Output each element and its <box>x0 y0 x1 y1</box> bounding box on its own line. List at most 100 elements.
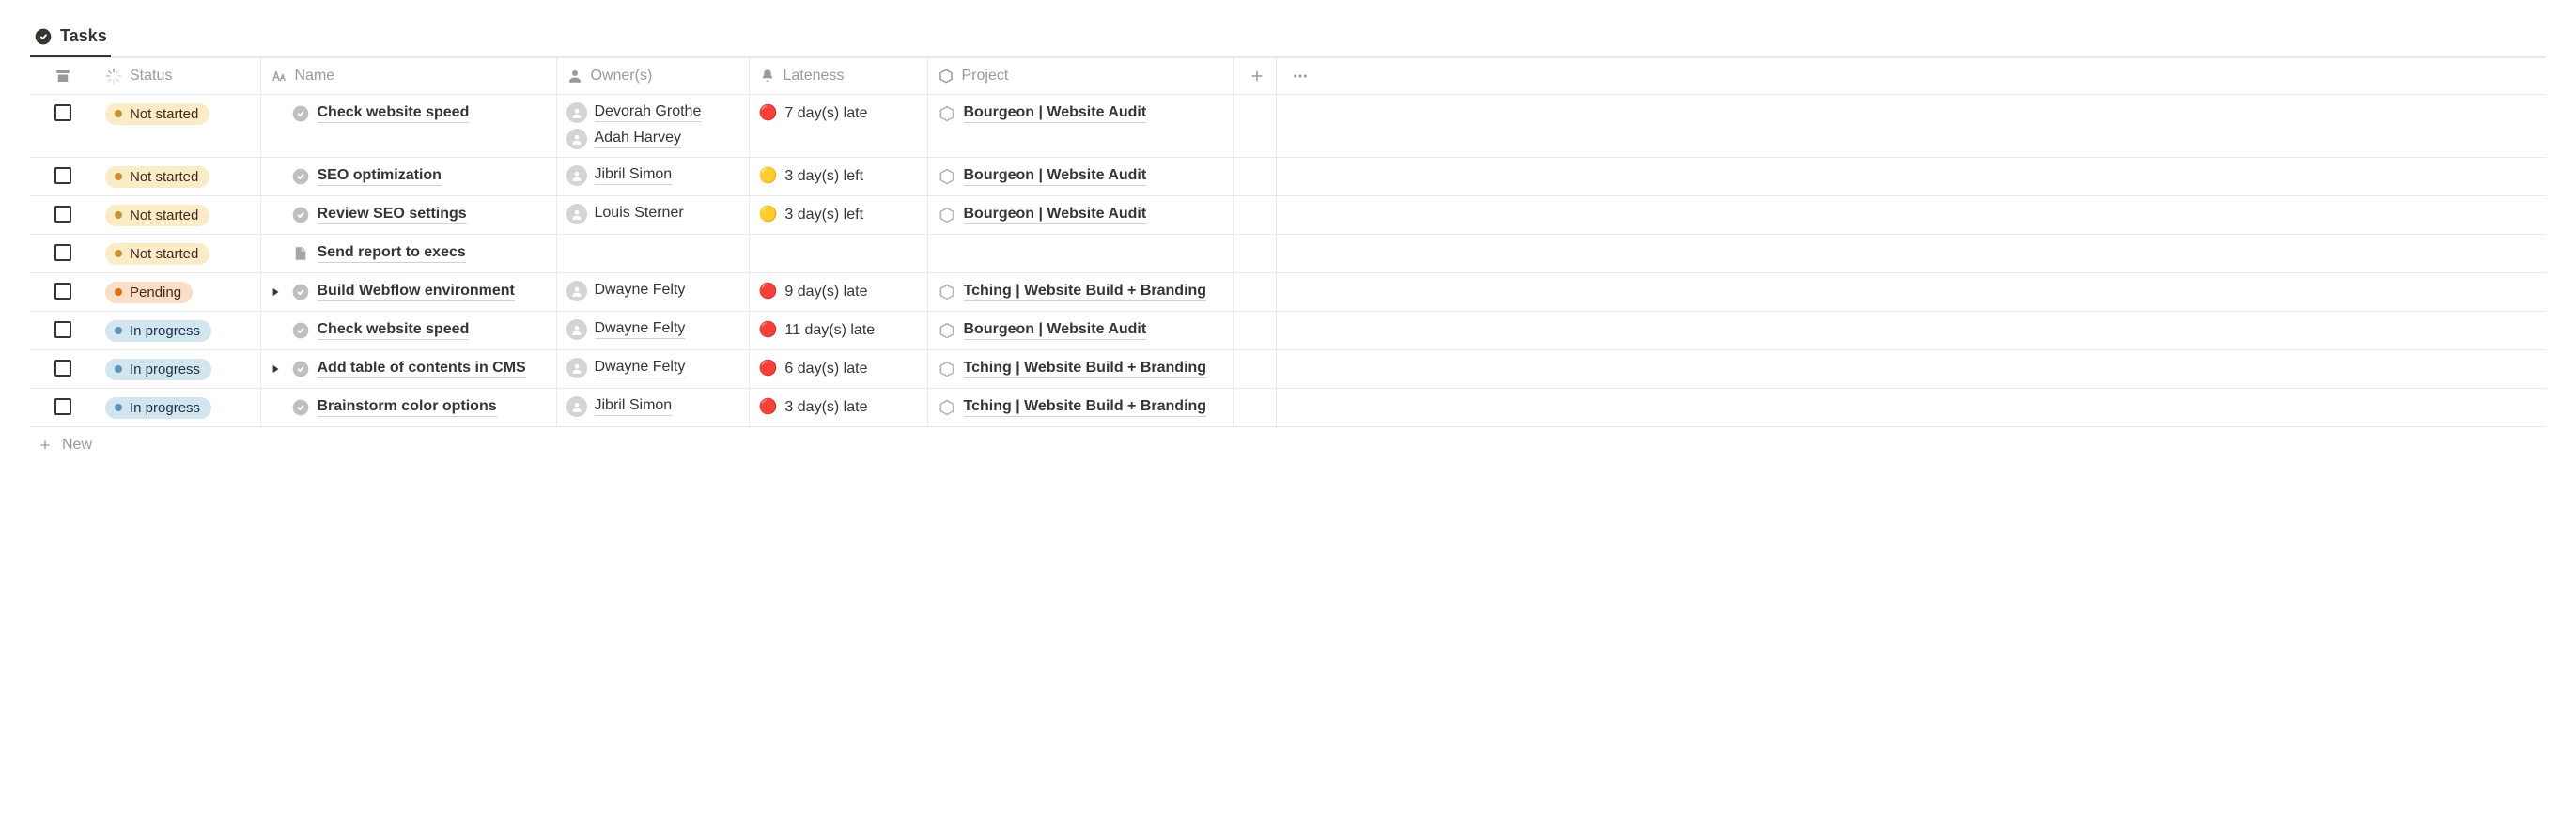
project-link[interactable]: Tching | Website Build + Branding <box>964 360 1207 378</box>
status-pill[interactable]: In progress <box>105 359 211 380</box>
lateness-indicator-icon: 🔴 <box>759 106 778 121</box>
status-loader-icon <box>105 68 122 85</box>
column-header-add[interactable] <box>1233 58 1276 95</box>
lateness-text: 11 day(s) late <box>784 322 875 339</box>
project-link[interactable]: Tching | Website Build + Branding <box>964 398 1207 417</box>
task-name[interactable]: Check website speed <box>318 104 470 123</box>
todo-checkmark-icon <box>291 206 310 224</box>
lateness-indicator-icon: 🟡 <box>759 208 778 223</box>
status-pill[interactable]: Not started <box>105 205 209 226</box>
lateness-indicator-icon: 🔴 <box>759 400 778 415</box>
task-name[interactable]: Build Webflow environment <box>318 283 515 301</box>
status-pill[interactable]: Not started <box>105 103 209 125</box>
plus-icon <box>38 438 53 453</box>
table-row[interactable]: Not started Send report to execs <box>30 235 2546 273</box>
avatar-icon <box>566 396 587 417</box>
tab-label: Tasks <box>60 26 107 46</box>
archive-icon <box>54 68 71 85</box>
table-row[interactable]: In progress Add table of contents in CMS D… <box>30 350 2546 389</box>
project-link[interactable]: Tching | Website Build + Branding <box>964 283 1207 301</box>
project-box-icon <box>938 321 956 340</box>
status-pill[interactable]: Not started <box>105 243 209 265</box>
owner-chip[interactable]: Dwayne Felty <box>566 319 686 340</box>
owner-name: Dwayne Felty <box>595 320 686 339</box>
view-tab-bar: Tasks <box>30 19 2546 57</box>
project-link[interactable]: Bourgeon | Website Audit <box>964 206 1147 224</box>
task-name[interactable]: SEO optimization <box>318 167 442 186</box>
owner-name: Jibril Simon <box>595 397 673 416</box>
owner-chip[interactable]: Devorah Grothe <box>566 102 702 123</box>
project-link[interactable]: Bourgeon | Website Audit <box>964 321 1147 340</box>
row-checkbox[interactable] <box>54 206 71 223</box>
column-header-more[interactable] <box>1276 58 2546 95</box>
column-header-select[interactable] <box>30 58 96 95</box>
table-row[interactable]: In progress Brainstorm color options Jibri… <box>30 389 2546 427</box>
owner-name: Adah Harvey <box>595 130 682 148</box>
column-header-lateness[interactable]: Lateness <box>749 58 927 95</box>
lateness-indicator-icon: 🔴 <box>759 362 778 377</box>
lateness-indicator-icon: 🟡 <box>759 169 778 184</box>
row-checkbox[interactable] <box>54 104 71 121</box>
column-header-name[interactable]: Name <box>260 58 556 95</box>
row-checkbox[interactable] <box>54 321 71 338</box>
project-link[interactable]: Bourgeon | Website Audit <box>964 167 1147 186</box>
status-label: In progress <box>130 400 200 416</box>
owner-chip[interactable]: Jibril Simon <box>566 396 673 417</box>
lateness-text: 7 day(s) late <box>784 105 867 122</box>
status-pill[interactable]: In progress <box>105 397 211 419</box>
status-pill[interactable]: Not started <box>105 166 209 188</box>
status-pill[interactable]: In progress <box>105 320 211 342</box>
project-box-icon <box>938 167 956 186</box>
avatar-icon <box>566 102 587 123</box>
expand-toggle-icon[interactable] <box>267 284 284 300</box>
table-row[interactable]: Pending Build Webflow environment Dwayne F… <box>30 273 2546 312</box>
table-row[interactable]: Not started Review SEO settings Louis Ster… <box>30 196 2546 235</box>
plus-icon[interactable] <box>1249 68 1265 85</box>
task-name[interactable]: Review SEO settings <box>318 206 467 224</box>
more-horizontal-icon[interactable] <box>1292 68 1309 85</box>
row-checkbox[interactable] <box>54 398 71 415</box>
status-pill[interactable]: Pending <box>105 282 193 303</box>
status-label: Not started <box>130 106 198 122</box>
lateness-indicator-icon: 🔴 <box>759 323 778 338</box>
project-box-icon <box>938 104 956 123</box>
table-row[interactable]: In progress Check website speed Dwayne Fel… <box>30 312 2546 350</box>
row-checkbox[interactable] <box>54 360 71 377</box>
task-name[interactable]: Send report to execs <box>318 244 466 263</box>
avatar-icon <box>566 319 587 340</box>
lateness-text: 9 day(s) late <box>784 284 867 300</box>
lateness-text: 3 day(s) left <box>784 207 863 223</box>
table-row[interactable]: Not started SEO optimization Jibril Simon 🟡… <box>30 158 2546 196</box>
row-checkbox[interactable] <box>54 283 71 300</box>
task-name[interactable]: Brainstorm color options <box>318 398 497 417</box>
task-name[interactable]: Check website speed <box>318 321 470 340</box>
expand-toggle-icon[interactable] <box>267 361 284 377</box>
column-header-project[interactable]: Project <box>927 58 1233 95</box>
owner-chip[interactable]: Dwayne Felty <box>566 358 686 378</box>
tab-tasks[interactable]: Tasks <box>30 19 111 57</box>
owner-name: Dwayne Felty <box>595 282 686 300</box>
column-header-status[interactable]: Status <box>96 58 260 95</box>
avatar-icon <box>566 165 587 186</box>
person-icon <box>566 68 583 85</box>
new-row-button[interactable]: New <box>38 437 92 454</box>
todo-checkmark-icon <box>291 283 310 301</box>
table-row[interactable]: Not started Check website speed Devorah Gr… <box>30 95 2546 158</box>
column-header-owners[interactable]: Owner(s) <box>556 58 749 95</box>
lateness-text: 3 day(s) left <box>784 168 863 185</box>
owner-chip[interactable]: Dwayne Felty <box>566 281 686 301</box>
owner-chip[interactable]: Adah Harvey <box>566 129 682 149</box>
status-label: Not started <box>130 208 198 223</box>
owner-chip[interactable]: Louis Sterner <box>566 204 684 224</box>
project-link[interactable]: Bourgeon | Website Audit <box>964 104 1147 123</box>
row-checkbox[interactable] <box>54 244 71 261</box>
project-box-icon <box>938 360 956 378</box>
avatar-icon <box>566 358 587 378</box>
status-label: In progress <box>130 362 200 377</box>
status-label: Not started <box>130 246 198 262</box>
owner-name: Dwayne Felty <box>595 359 686 377</box>
row-checkbox[interactable] <box>54 167 71 184</box>
owner-chip[interactable]: Jibril Simon <box>566 165 673 186</box>
status-label: Not started <box>130 169 198 185</box>
task-name[interactable]: Add table of contents in CMS <box>318 360 526 378</box>
